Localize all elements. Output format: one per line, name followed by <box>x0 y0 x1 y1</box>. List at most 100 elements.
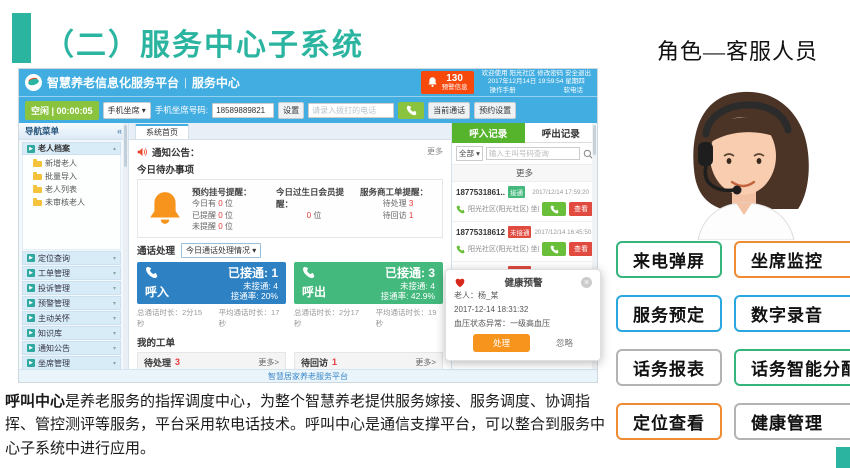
call-period-select[interactable]: 今日通话处理情况 ▾ <box>181 243 261 258</box>
sidebar-sub-item[interactable]: 未审核老人 <box>33 196 120 209</box>
speaker-icon <box>137 147 148 157</box>
sidebar-menu-item[interactable]: ▶ 通知公告 ▾ <box>22 341 121 355</box>
chevron-down-icon: ▾ <box>113 315 116 322</box>
feature-button-grid: 来电弹屏 坐席监控 服务预定 数字录音 话务报表 话务智能分配 定位查看 健康管… <box>616 241 850 440</box>
datetime-text: 2017年12月14日 19:59:54 星期四 <box>482 78 591 87</box>
sidebar-sub-item[interactable]: 新增老人 <box>33 157 120 170</box>
callback-button[interactable] <box>542 242 566 256</box>
seat-type-select[interactable]: 手机坐席 ▾ <box>103 102 151 119</box>
phone-icon <box>406 105 417 116</box>
chevron-down-icon: ▾ <box>113 345 116 352</box>
feature-button[interactable]: 来电弹屏 <box>616 241 722 278</box>
welcome-links[interactable]: 欢迎使用 阳光社区 修改密码 安全退出 <box>482 70 591 79</box>
sidebar-sub-item[interactable]: 老人列表 <box>33 183 120 196</box>
section-name: 服务中心 <box>192 74 240 91</box>
dial-button[interactable] <box>398 102 424 119</box>
customer-service-agent-photo <box>648 82 843 240</box>
bell-icon <box>427 76 438 88</box>
view-record-button[interactable]: 查看 <box>569 202 593 216</box>
sidebar-menu-item[interactable]: ▶ 投诉管理 ▾ <box>22 281 121 295</box>
alert-time: 2017-12-14 18:31:32 <box>454 303 592 317</box>
chevron-down-icon: ▾ <box>113 330 116 337</box>
menu-arrow-icon: ▶ <box>27 254 35 262</box>
slide: （二）服务中心子系统 角色—客服人员 来电弹屏 坐席监控 服 <box>0 0 850 468</box>
alert-badge[interactable]: 130 预警信息 <box>421 71 474 93</box>
nav-sidebar: 导航菜单 « ▶ 老人档案 ▴ 新增老人 <box>19 123 129 369</box>
pending-more-link[interactable]: 更多> <box>258 357 279 368</box>
record-item: 1877531861.. 接通 2017/12/14 17:59:20 阳光社区… <box>452 182 597 222</box>
sidebar-menu-item[interactable]: ▶ 预警管理 ▾ <box>22 296 121 310</box>
pending-orders-panel: 待处理 3 更多> 工单号姓名办理状态工单类型操作 <box>137 352 286 370</box>
nav-title: 导航菜单 <box>25 125 59 137</box>
record-item: 18775318612 未接通 2017/12/14 16:45:50 阳光社区… <box>452 222 597 262</box>
feature-button[interactable]: 坐席监控 <box>734 241 850 278</box>
softphone-link[interactable]: 软电话 <box>564 87 584 96</box>
sidebar-menu-item[interactable]: ▶ 坐席管理 ▾ <box>22 356 121 369</box>
tab-bar: 系统首页 <box>129 123 451 140</box>
menu-arrow-icon: ▶ <box>27 329 35 337</box>
brand-divider: | <box>184 77 187 89</box>
feature-button[interactable]: 话务报表 <box>616 349 722 386</box>
tab-home[interactable]: 系统首页 <box>135 124 189 139</box>
phone-icon <box>145 266 158 279</box>
close-icon[interactable]: × <box>581 277 592 288</box>
process-button[interactable]: 处理 <box>473 334 530 352</box>
sidebar-menu-item[interactable]: ▶ 工单管理 ▾ <box>22 266 121 280</box>
current-call-button[interactable]: 当前通话 <box>428 102 470 119</box>
records-more-link[interactable]: 更多 <box>452 165 597 182</box>
settings-button[interactable]: 设置 <box>278 102 304 119</box>
chevron-down-icon: ▾ <box>113 300 116 307</box>
call-stat-cards: 呼入 已接通: 1 未接通: 4 接通率: 20% <box>137 262 443 304</box>
softphone-toolbar: 空闲 | 00:00:05 手机坐席 ▾ 手机坐席号码: 设置 当前通话 预约设… <box>19 96 597 123</box>
call-duration-stats: 总通话时长：2分15秒 平均通话时长：17秒 总通话时长：2分17秒 平均通话时… <box>137 307 443 329</box>
incoming-call-icon <box>456 245 465 254</box>
reminder-group-work-order: 服务商工单提醒： 待处理 3 待回访 1 <box>360 186 436 221</box>
notice-label: 通知公告： <box>152 145 200 159</box>
sidebar-collapse-icon[interactable]: « <box>117 126 122 136</box>
feature-button[interactable]: 话务智能分配 <box>734 349 850 386</box>
tab-outbound-records[interactable]: 呼出记录 <box>525 123 598 143</box>
sidebar-scrollbar[interactable] <box>123 123 128 369</box>
feature-button[interactable]: 数字录音 <box>734 295 850 332</box>
feature-button[interactable]: 服务预定 <box>616 295 722 332</box>
callback-orders-panel: 待回访 1 更多> 工单号姓名工单类型操作 <box>294 352 443 370</box>
feature-button[interactable]: 定位查看 <box>616 403 722 440</box>
sidebar-menu-item[interactable]: ▶ 主动关怀 ▾ <box>22 311 121 325</box>
call-stat-card: 呼出 已接通: 3 未接通: 4 接通率: 42.9% <box>294 262 443 304</box>
sidebar-menu-item[interactable]: ▶ 知识库 ▾ <box>22 326 121 340</box>
ignore-button[interactable]: 忽略 <box>556 337 573 349</box>
record-filter-select[interactable]: 全部 ▾ <box>456 146 483 161</box>
sidebar-group-elder-archive[interactable]: ▶ 老人档案 ▴ <box>22 142 121 155</box>
sidebar-sub-item[interactable]: 批量导入 <box>33 170 120 183</box>
dial-number-input[interactable] <box>308 103 394 118</box>
view-record-button[interactable]: 查看 <box>569 242 593 256</box>
reserve-settings-button[interactable]: 预约设置 <box>474 102 516 119</box>
health-alert-popup: 健康预警 × 老人：杨_某 2017-12-14 18:31:32 血压状态异常… <box>445 269 601 361</box>
reminder-group-appointment: 预约挂号提醒： 今日有 0 位 已提醒 0 位 未提醒 0 位 <box>192 186 268 233</box>
caller-search-input[interactable] <box>486 147 580 160</box>
folder-icon <box>33 174 42 180</box>
reminder-group-birthday: 今日过生日会员提醒： 0 位 <box>276 186 352 222</box>
corner-decoration <box>836 447 850 468</box>
call-handle-label: 通话处理 <box>137 243 175 257</box>
heart-icon <box>454 277 466 288</box>
feature-button[interactable]: 健康管理 <box>734 403 850 440</box>
callback-more-link[interactable]: 更多> <box>415 357 436 368</box>
description: 呼叫中心是养老服务的指挥调度中心，为整个智慧养老提供服务嫁接、服务调度、协调指挥… <box>5 390 605 460</box>
menu-arrow-icon: ▶ <box>27 269 35 277</box>
menu-arrow-icon: ▶ <box>27 314 35 322</box>
my-orders-title: 我的工单 <box>137 335 443 349</box>
callback-button[interactable] <box>542 202 566 216</box>
sidebar-menu-item[interactable]: ▶ 定位查询 ▾ <box>22 251 121 265</box>
tab-inbound-records[interactable]: 呼入记录 <box>452 123 525 143</box>
manual-link[interactable]: 操作手册 <box>490 87 516 96</box>
brand-name: 智慧养老信息化服务平台 <box>47 74 179 91</box>
folder-icon <box>33 161 42 167</box>
folder-icon <box>33 187 42 193</box>
app-window: 智慧养老信息化服务平台 | 服务中心 130 预警信息 欢迎使用 阳光社区 修改… <box>18 68 598 383</box>
notice-more-link[interactable]: 更多 <box>427 146 443 157</box>
alert-label: 预警信息 <box>442 84 468 91</box>
seat-number-label: 手机坐席号码: <box>155 104 208 116</box>
seat-number-input[interactable] <box>212 103 274 118</box>
group-arrow-icon: ▶ <box>27 145 35 153</box>
